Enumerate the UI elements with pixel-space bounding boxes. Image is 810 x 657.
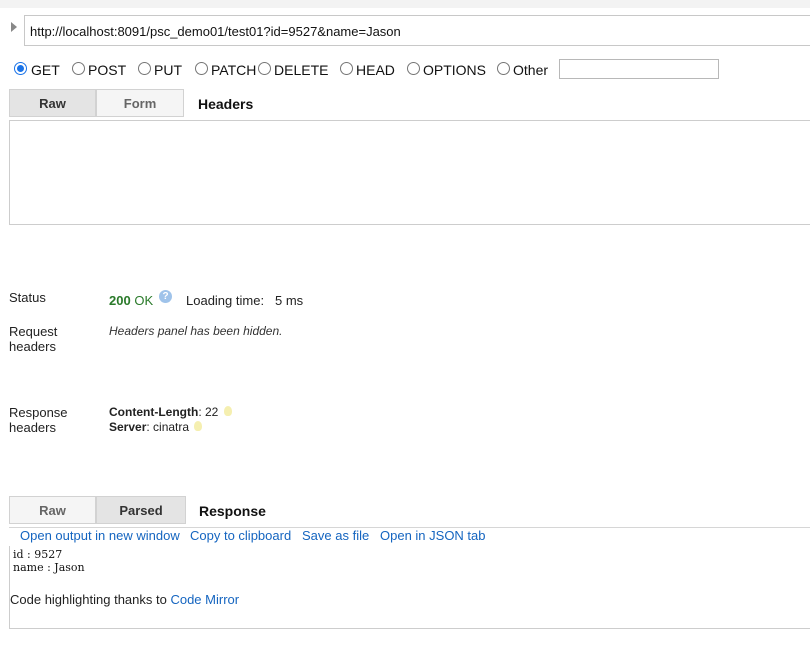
status-code: 200	[109, 293, 131, 308]
response-header-row: Content-Length: 22	[109, 405, 219, 419]
method-options-radio[interactable]	[407, 62, 420, 75]
request-headers-label-line2: headers	[9, 339, 56, 354]
method-post-radio[interactable]	[72, 62, 85, 75]
request-body-textarea[interactable]	[9, 120, 810, 225]
code-credit: Code highlighting thanks to Code Mirror	[10, 592, 239, 607]
tab-raw-body[interactable]: Raw	[9, 89, 96, 117]
top-bar	[0, 0, 810, 8]
tab-parsed-response[interactable]: Parsed	[96, 496, 186, 524]
method-other-radio[interactable]	[497, 62, 510, 75]
tab-raw-response[interactable]: Raw	[9, 496, 96, 524]
header-name: Content-Length	[109, 405, 199, 419]
response-output	[9, 546, 810, 629]
method-put-radio[interactable]	[138, 62, 151, 75]
other-method-input[interactable]	[559, 59, 719, 79]
output-line: id : 9527	[13, 548, 63, 561]
method-post-label[interactable]: POST	[88, 62, 126, 78]
lightbulb-icon[interactable]	[194, 421, 202, 431]
headers-title[interactable]: Headers	[198, 96, 253, 112]
request-headers-label: Request headers	[9, 324, 57, 354]
response-headers-label-line2: headers	[9, 420, 56, 435]
method-delete-radio[interactable]	[258, 62, 271, 75]
status-text: OK	[134, 293, 154, 308]
method-get-radio[interactable]	[14, 62, 27, 75]
code-mirror-link[interactable]: Code Mirror	[170, 592, 239, 607]
status-label: Status	[9, 290, 46, 305]
open-new-window-link[interactable]: Open output in new window	[20, 528, 180, 543]
method-patch-radio[interactable]	[195, 62, 208, 75]
method-head-radio[interactable]	[340, 62, 353, 75]
method-head-label[interactable]: HEAD	[356, 62, 395, 78]
response-title: Response	[199, 503, 266, 519]
expand-arrow-icon[interactable]	[11, 22, 17, 32]
method-put-label[interactable]: PUT	[154, 62, 182, 78]
status-line: 200 OK	[109, 293, 153, 308]
method-delete-label[interactable]: DELETE	[274, 62, 328, 78]
response-headers-label-line1: Response	[9, 405, 68, 420]
copy-clipboard-link[interactable]: Copy to clipboard	[190, 528, 291, 543]
request-headers-label-line1: Request	[9, 324, 58, 339]
open-json-tab-link[interactable]: Open in JSON tab	[380, 528, 486, 543]
loading-time-label: Loading time:	[186, 293, 265, 308]
header-value: cinatra	[153, 420, 190, 434]
response-headers-label: Response headers	[9, 405, 68, 435]
code-credit-text: Code highlighting thanks to	[10, 592, 171, 607]
loading-time-value: 5 ms	[275, 293, 304, 308]
header-name: Server	[109, 420, 147, 434]
method-get-label[interactable]: GET	[31, 62, 60, 78]
lightbulb-icon[interactable]	[224, 406, 232, 416]
header-value: 22	[204, 405, 219, 419]
response-headers-list: Content-Length: 22 Server: cinatra	[109, 405, 218, 435]
request-headers-note: Headers panel has been hidden.	[109, 324, 283, 338]
output-line: name : Jason	[13, 561, 85, 574]
url-value: http://localhost:8091/psc_demo01/test01?…	[30, 24, 401, 39]
info-icon[interactable]: ?	[159, 290, 172, 303]
method-other-label[interactable]: Other	[513, 62, 548, 78]
method-options-label[interactable]: OPTIONS	[423, 62, 486, 78]
save-file-link[interactable]: Save as file	[302, 528, 369, 543]
tab-form-body[interactable]: Form	[96, 89, 184, 117]
method-patch-label[interactable]: PATCH	[211, 62, 256, 78]
